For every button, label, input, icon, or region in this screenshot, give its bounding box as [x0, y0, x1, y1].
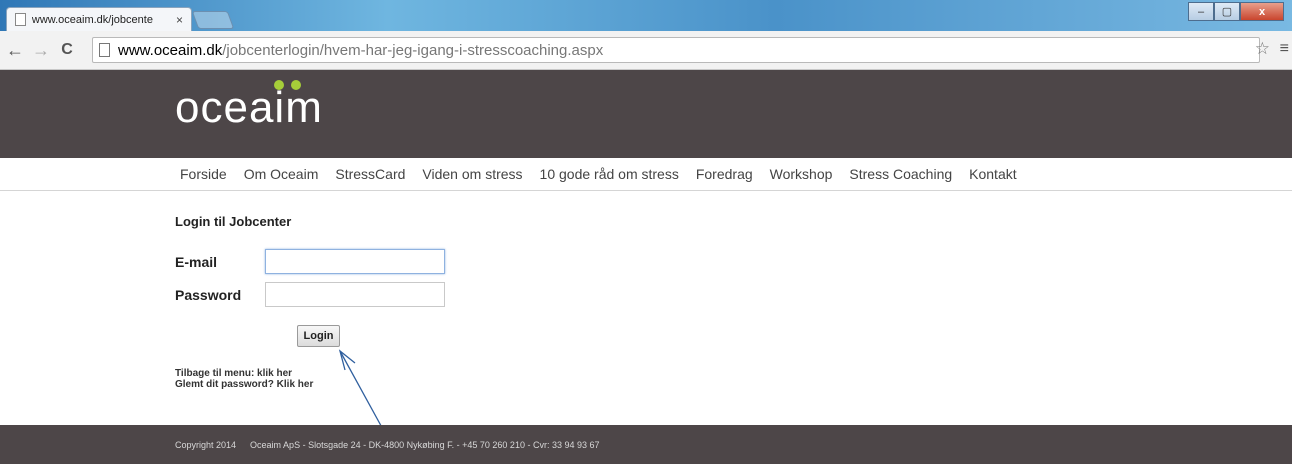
- main-nav: Forside Om Oceaim StressCard Viden om st…: [180, 158, 1034, 190]
- email-field[interactable]: [265, 249, 445, 274]
- tab-strip: www.oceaim.dk/jobcente × – ▢ x: [0, 0, 1292, 31]
- nav-item-10-gode-raad[interactable]: 10 gode råd om stress: [540, 166, 679, 182]
- nav-item-om-oceaim[interactable]: Om Oceaim: [244, 166, 319, 182]
- email-row: E-mail: [175, 249, 445, 274]
- footer-address: Oceaim ApS - Slotsgade 24 - DK-4800 Nykø…: [250, 439, 600, 450]
- tab-title: www.oceaim.dk/jobcente: [31, 13, 153, 26]
- url-path: /jobcenterlogin/hvem-har-jeg-igang-i-str…: [222, 41, 604, 59]
- back-arrow-icon[interactable]: ←: [4, 40, 26, 61]
- password-label: Password: [175, 286, 242, 303]
- close-window-button[interactable]: x: [1240, 2, 1284, 21]
- email-label: E-mail: [175, 253, 218, 270]
- login-button[interactable]: Login: [297, 325, 340, 347]
- nav-item-foredrag[interactable]: Foredrag: [696, 166, 753, 182]
- password-row: Password: [175, 282, 445, 307]
- footer-copyright: Copyright 2014: [175, 439, 237, 450]
- logo-text: oceaim: [175, 83, 323, 132]
- site-logo[interactable]: oceaim: [175, 78, 323, 138]
- site-footer: Copyright 2014 Oceaim ApS - Slotsgade 24…: [0, 425, 1292, 464]
- address-bar[interactable]: www.oceaim.dk/jobcenterlogin/hvem-har-je…: [92, 37, 1260, 63]
- nav-item-workshop[interactable]: Workshop: [770, 166, 833, 182]
- browser-toolbar: ← → C www.oceaim.dk/jobcenterlogin/hvem-…: [0, 31, 1292, 70]
- forgot-password-link[interactable]: Glemt dit password? Klik her: [175, 379, 313, 390]
- browser-tab[interactable]: www.oceaim.dk/jobcente ×: [6, 7, 192, 31]
- nav-item-stresscard[interactable]: StressCard: [335, 166, 405, 182]
- browser-menu-icon[interactable]: ≡: [1280, 40, 1289, 58]
- new-tab-button[interactable]: [191, 11, 235, 29]
- nav-item-viden-om-stress[interactable]: Viden om stress: [422, 166, 522, 182]
- logo-dot-left: [274, 80, 284, 90]
- window-controls: – ▢ x: [1188, 2, 1284, 21]
- login-title: Login til Jobcenter: [175, 214, 292, 229]
- page-icon: [15, 13, 26, 26]
- site-header: oceaim: [0, 70, 1292, 158]
- bookmark-star-icon[interactable]: ☆: [1255, 39, 1270, 59]
- back-to-menu-link[interactable]: Tilbage til menu: klik her: [175, 368, 313, 379]
- tab-close-icon[interactable]: ×: [176, 13, 183, 27]
- forward-arrow-icon[interactable]: →: [30, 40, 52, 61]
- login-links: Tilbage til menu: klik her Glemt dit pas…: [175, 368, 313, 390]
- password-field[interactable]: [265, 282, 445, 307]
- reload-icon[interactable]: C: [56, 41, 78, 59]
- minimize-button[interactable]: –: [1188, 2, 1214, 21]
- nav-divider: [0, 190, 1292, 191]
- nav-item-stress-coaching[interactable]: Stress Coaching: [849, 166, 952, 182]
- maximize-button[interactable]: ▢: [1214, 2, 1240, 21]
- url-host: www.oceaim.dk: [118, 41, 223, 59]
- browser-chrome: www.oceaim.dk/jobcente × – ▢ x ← → C www…: [0, 0, 1292, 70]
- nav-item-forside[interactable]: Forside: [180, 166, 227, 182]
- logo-dot-right: [291, 80, 301, 90]
- page-icon: [99, 43, 110, 57]
- nav-item-kontakt[interactable]: Kontakt: [969, 166, 1016, 182]
